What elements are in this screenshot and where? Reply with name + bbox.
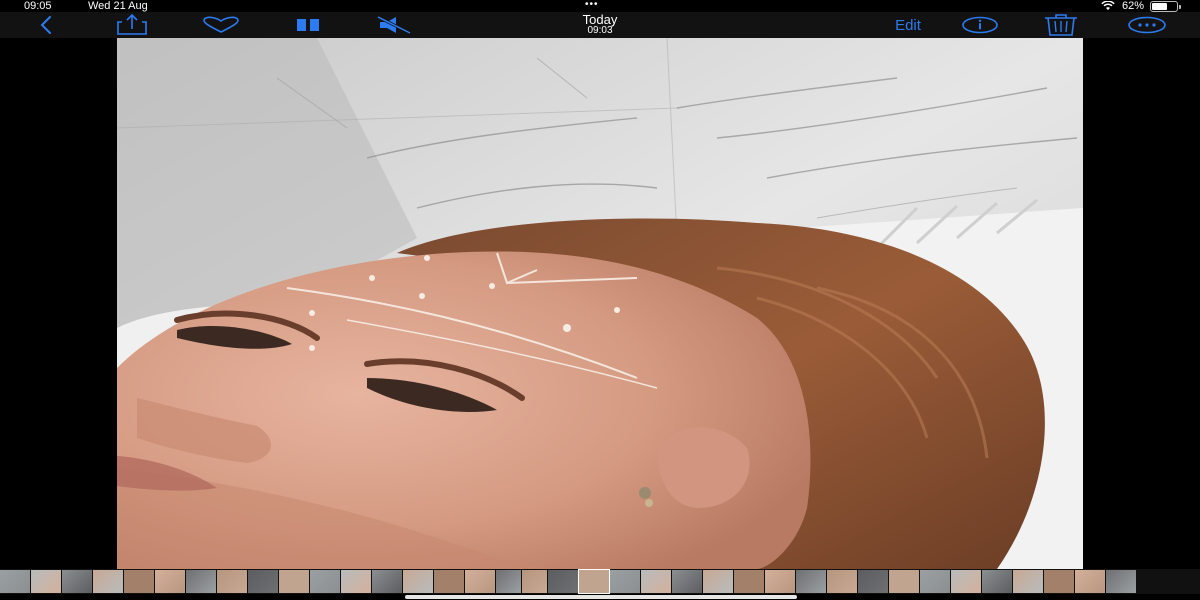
filmstrip-thumbnail[interactable] xyxy=(858,570,888,593)
photo-viewer-screen: 09:05 Wed 21 Aug ••• 62% Today 09:03 Edi… xyxy=(0,0,1200,600)
mute-button[interactable] xyxy=(375,12,413,38)
filmstrip-thumbnail[interactable] xyxy=(186,570,216,593)
filmstrip-thumbnail[interactable] xyxy=(0,570,30,593)
filmstrip-thumbnail[interactable] xyxy=(124,570,154,593)
thumbnail-filmstrip[interactable] xyxy=(0,569,1200,594)
filmstrip-thumbnail[interactable] xyxy=(889,570,919,593)
title-block: Today 09:03 xyxy=(540,13,660,36)
filmstrip-thumbnail[interactable] xyxy=(827,570,857,593)
filmstrip-thumbnail[interactable] xyxy=(548,570,578,593)
filmstrip-thumbnail[interactable] xyxy=(1106,570,1136,593)
status-date: Wed 21 Aug xyxy=(88,0,148,12)
photo-toolbar: Today 09:03 Edit xyxy=(0,12,1200,38)
filmstrip-thumbnail[interactable] xyxy=(155,570,185,593)
info-icon xyxy=(962,16,998,34)
filmstrip-thumbnail[interactable] xyxy=(703,570,733,593)
battery-fill xyxy=(1152,2,1167,10)
more-button[interactable] xyxy=(1126,12,1168,38)
filmstrip-thumbnail[interactable] xyxy=(1075,570,1105,593)
status-time: 09:05 xyxy=(24,0,52,12)
filmstrip-thumbnail[interactable] xyxy=(765,570,795,593)
edit-button[interactable]: Edit xyxy=(880,12,936,38)
filmstrip-thumbnail[interactable] xyxy=(279,570,309,593)
filmstrip-thumbnail[interactable] xyxy=(496,570,521,593)
trash-icon xyxy=(1045,14,1077,36)
filmstrip-thumbnail[interactable] xyxy=(248,570,278,593)
filmstrip-thumbnail[interactable] xyxy=(217,570,247,593)
filmstrip-thumbnail[interactable] xyxy=(982,570,1012,593)
filmstrip-thumbnail[interactable] xyxy=(434,570,464,593)
favorite-button[interactable] xyxy=(200,12,242,38)
back-chevron-icon xyxy=(40,16,51,34)
status-bar: 09:05 Wed 21 Aug ••• 62% xyxy=(0,0,1200,12)
filmstrip-thumbnail[interactable] xyxy=(796,570,826,593)
filmstrip-thumbnail[interactable] xyxy=(31,570,61,593)
wifi-icon xyxy=(1101,1,1115,11)
status-right-group: 62% xyxy=(1100,0,1181,12)
info-button[interactable] xyxy=(960,12,1000,38)
delete-button[interactable] xyxy=(1042,12,1080,38)
pause-icon xyxy=(297,19,319,31)
heart-icon xyxy=(203,16,239,33)
home-indicator[interactable] xyxy=(405,595,797,599)
filmstrip-thumbnail[interactable] xyxy=(641,570,671,593)
filmstrip-thumbnail[interactable] xyxy=(610,570,640,593)
battery-icon xyxy=(1150,0,1181,12)
filmstrip-thumbnail[interactable] xyxy=(734,570,764,593)
filmstrip-thumbnail[interactable] xyxy=(1044,570,1074,593)
more-icon xyxy=(1128,16,1166,34)
filmstrip-thumbnail[interactable] xyxy=(403,570,433,593)
photo-illustration xyxy=(117,38,1083,569)
back-button[interactable] xyxy=(34,12,58,38)
filmstrip-thumbnail[interactable] xyxy=(1013,570,1043,593)
filmstrip-thumbnail[interactable] xyxy=(341,570,371,593)
filmstrip-thumbnail[interactable] xyxy=(62,570,92,593)
filmstrip-thumbnail[interactable] xyxy=(93,570,123,593)
filmstrip-thumbnail[interactable] xyxy=(465,570,495,593)
page-subtitle: 09:03 xyxy=(587,25,613,36)
battery-percent: 62% xyxy=(1121,0,1144,12)
mute-icon xyxy=(377,16,411,34)
filmstrip-thumbnail[interactable] xyxy=(920,570,950,593)
pause-button[interactable] xyxy=(294,12,322,38)
photo-viewer-image[interactable] xyxy=(117,38,1083,569)
filmstrip-thumbnail[interactable] xyxy=(578,569,610,594)
filmstrip-thumbnail[interactable] xyxy=(672,570,702,593)
filmstrip-thumbnail[interactable] xyxy=(951,570,981,593)
filmstrip-thumbnail[interactable] xyxy=(522,570,547,593)
filmstrip-thumbnail[interactable] xyxy=(372,570,402,593)
battery-nub xyxy=(1179,4,1181,9)
multitasking-dots[interactable]: ••• xyxy=(585,0,599,11)
share-icon xyxy=(117,14,147,35)
share-button[interactable] xyxy=(114,12,150,38)
filmstrip-thumbnail[interactable] xyxy=(310,570,340,593)
